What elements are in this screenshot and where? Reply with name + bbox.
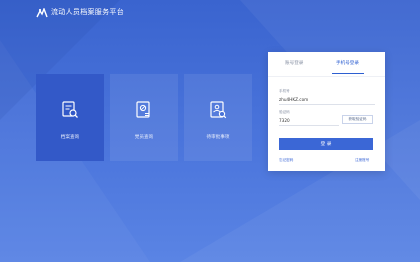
- tab-phone-login[interactable]: 手机号登录: [336, 60, 359, 66]
- login-button[interactable]: 登 录: [279, 138, 373, 150]
- login-tabs: 账号登录 手机号登录: [268, 52, 385, 77]
- document-search-icon: [62, 101, 78, 118]
- badge-document-icon: [136, 101, 150, 118]
- tile-label: 党员查询: [134, 135, 154, 140]
- code-input[interactable]: [279, 115, 339, 126]
- forgot-password-link[interactable]: 忘记密码: [279, 158, 293, 163]
- tab-account-login[interactable]: 账号登录: [285, 60, 303, 66]
- get-code-button[interactable]: 获取验证码: [342, 115, 373, 124]
- figure-logo-icon: [36, 8, 48, 18]
- phone-input[interactable]: [279, 94, 375, 105]
- active-tab-indicator: [332, 73, 364, 74]
- person-document-icon: [210, 101, 227, 119]
- tile-party-query[interactable]: 党员查询: [110, 74, 178, 161]
- tile-pending-approval[interactable]: 待审批事项: [184, 74, 252, 161]
- tile-archive-query[interactable]: 档案查询: [36, 74, 104, 161]
- app-title: 流动人员档案服务平台: [51, 8, 124, 16]
- register-link[interactable]: 注册账号: [355, 158, 369, 163]
- tile-label: 待审批事项: [206, 135, 230, 140]
- login-panel: 账号登录 手机号登录 手机号 验证码 获取验证码 登 录 忘记密码 注册账号: [268, 52, 385, 171]
- top-header: 流动人员档案服务平台: [0, 0, 420, 24]
- tile-label: 档案查询: [60, 135, 80, 140]
